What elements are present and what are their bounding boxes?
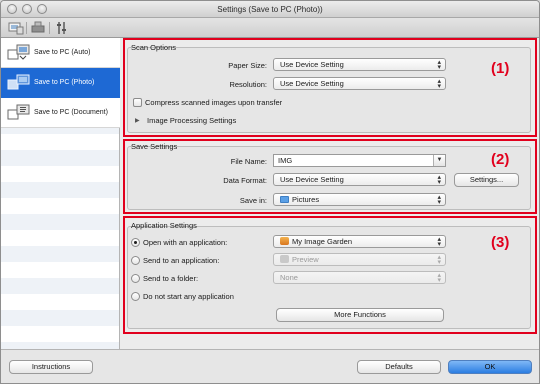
sidebar-item-label: Save to PC (Document) xyxy=(34,109,108,116)
send-to-folder-radio[interactable] xyxy=(131,274,140,283)
sidebar-item-label: Save to PC (Photo) xyxy=(34,79,95,86)
file-name-combo[interactable]: IMG ▼ xyxy=(273,154,446,167)
sidebar-item-save-to-pc-auto[interactable]: Save to PC (Auto) xyxy=(1,38,120,68)
application-settings-marker: (3) xyxy=(491,234,510,251)
up-down-arrows-icon: ▴ ▾ xyxy=(437,272,441,284)
scan-from-panel-tab[interactable] xyxy=(29,20,47,36)
open-with-application-label: Open with an application: xyxy=(143,238,228,247)
settings-button[interactable]: Settings... xyxy=(454,173,519,187)
do-not-start-label: Do not start any application xyxy=(143,292,234,301)
send-to-application-radio[interactable] xyxy=(131,256,140,265)
save-settings-marker: (2) xyxy=(491,151,510,168)
compress-label: Compress scanned images upon transfer xyxy=(145,98,283,107)
image-processing-settings-toggle[interactable]: Image Processing Settings xyxy=(147,116,236,125)
save-in-popup[interactable]: Pictures ▴ ▾ xyxy=(273,193,446,206)
sidebar: Save to PC (Auto) Save to PC (Photo) Sav… xyxy=(1,38,120,349)
resolution-value: Use Device Setting xyxy=(280,79,344,88)
data-format-label: Data Format: xyxy=(223,176,267,185)
up-down-arrows-icon: ▴ ▾ xyxy=(437,174,441,186)
more-functions-button[interactable]: More Functions xyxy=(276,308,444,322)
sidebar-item-save-to-pc-document[interactable]: Save to PC (Document) xyxy=(1,98,120,128)
do-not-start-radio[interactable] xyxy=(131,292,140,301)
scan-from-computer-tab[interactable] xyxy=(7,20,25,36)
zoom-window-button[interactable] xyxy=(37,4,47,14)
resolution-popup[interactable]: Use Device Setting ▴ ▾ xyxy=(273,77,446,90)
device-icon xyxy=(31,21,45,33)
up-down-arrows-icon: ▴ ▾ xyxy=(437,194,441,206)
minimize-window-button[interactable] xyxy=(22,4,32,14)
disclosure-triangle-icon[interactable]: ▶ xyxy=(135,117,140,124)
scan-options-marker: (1) xyxy=(491,60,510,77)
sidebar-item-label: Save to PC (Auto) xyxy=(34,49,91,56)
title-bar: Settings (Save to PC (Photo)) xyxy=(1,1,539,18)
save-in-label: Save in: xyxy=(239,196,267,205)
instructions-button[interactable]: Instructions xyxy=(9,360,93,374)
data-format-value: Use Device Setting xyxy=(280,175,344,184)
scan-options-title: Scan Options xyxy=(131,43,177,52)
save-to-pc-photo-icon xyxy=(7,74,30,89)
window-title: Settings (Save to PC (Photo)) xyxy=(217,5,323,14)
sidebar-item-save-to-pc-photo[interactable]: Save to PC (Photo) xyxy=(1,68,120,98)
file-name-value: IMG xyxy=(278,156,293,165)
resolution-label: Resolution: xyxy=(229,80,267,89)
toolbar-separator xyxy=(49,22,50,34)
chevron-down-icon[interactable]: ▼ xyxy=(433,155,445,166)
open-with-application-popup[interactable]: My Image Garden ▴ ▾ xyxy=(273,235,446,248)
defaults-button[interactable]: Defaults xyxy=(357,360,441,374)
up-down-arrows-icon: ▴ ▾ xyxy=(437,78,441,90)
send-to-application-label: Send to an application: xyxy=(143,256,220,265)
folder-icon xyxy=(280,196,289,203)
open-with-application-value: My Image Garden xyxy=(292,237,353,246)
general-settings-tab[interactable] xyxy=(53,20,71,36)
save-settings-title: Save Settings xyxy=(131,142,178,151)
save-to-pc-document-icon xyxy=(7,104,30,119)
paper-size-value: Use Device Setting xyxy=(280,60,344,69)
settings-window: Settings (Save to PC (Photo)) Save to PC… xyxy=(0,0,540,384)
toolbar xyxy=(1,18,539,38)
send-to-application-value: Preview xyxy=(292,255,319,264)
close-window-button[interactable] xyxy=(7,4,17,14)
data-format-popup[interactable]: Use Device Setting ▴ ▾ xyxy=(273,173,446,186)
my-image-garden-icon xyxy=(280,237,289,245)
preview-app-icon xyxy=(280,255,289,263)
file-name-label: File Name: xyxy=(230,157,267,166)
bottom-bar: Instructions Defaults OK xyxy=(1,349,539,383)
send-to-application-popup[interactable]: Preview ▴ ▾ xyxy=(273,253,446,266)
open-with-application-radio[interactable] xyxy=(131,238,140,247)
up-down-arrows-icon: ▴ ▾ xyxy=(437,59,441,71)
paper-size-label: Paper Size: xyxy=(228,61,267,70)
send-to-folder-label: Send to a folder: xyxy=(143,274,199,283)
up-down-arrows-icon: ▴ ▾ xyxy=(437,236,441,248)
save-to-pc-auto-icon xyxy=(7,44,30,60)
compress-checkbox[interactable] xyxy=(133,98,142,107)
toolbar-separator xyxy=(26,22,27,34)
send-to-folder-value: None xyxy=(280,273,298,282)
settings-content: Scan Options (1) Paper Size: Use Device … xyxy=(121,38,539,349)
application-settings-title: Application Settings xyxy=(131,221,197,230)
save-in-value: Pictures xyxy=(292,195,320,204)
paper-size-popup[interactable]: Use Device Setting ▴ ▾ xyxy=(273,58,446,71)
ok-button[interactable]: OK xyxy=(448,360,532,374)
scanner-icon xyxy=(8,22,24,35)
send-to-folder-popup[interactable]: None ▴ ▾ xyxy=(273,271,446,284)
tools-icon xyxy=(57,22,66,34)
up-down-arrows-icon: ▴ ▾ xyxy=(437,254,441,266)
